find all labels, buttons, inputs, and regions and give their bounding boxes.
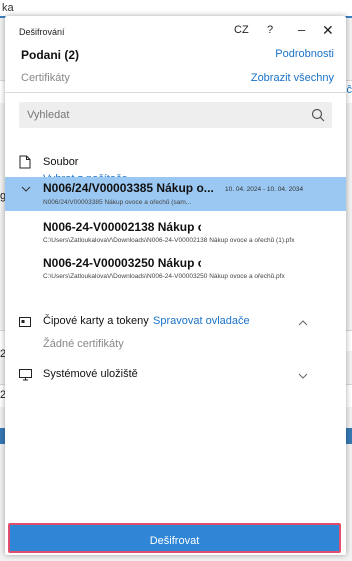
certificate-item[interactable]: N006-24-V00002138 Nákup ovoc C:\Users\Za…: [5, 216, 346, 250]
search-icon[interactable]: [310, 107, 326, 123]
no-certificates-text: Žádné certifikáty: [43, 338, 124, 350]
search-input[interactable]: [19, 102, 307, 128]
background-top-text: ka: [0, 0, 352, 16]
chevron-down-icon[interactable]: [298, 371, 308, 381]
title-bar: Dešifrování CZ ? – ✕: [5, 16, 346, 46]
certificate-validity: 10. 04. 2024 - 10. 04. 2034: [225, 186, 304, 193]
decrypt-dialog: Dešifrování CZ ? – ✕ Podani (2) Podrobno…: [5, 16, 346, 555]
minimize-button[interactable]: –: [298, 22, 305, 37]
dialog-title: Dešifrování: [19, 27, 65, 37]
chevron-down-icon[interactable]: [21, 184, 31, 194]
smartcard-icon: [19, 317, 31, 327]
certificate-path: C:\Users\ZatloukalovaV\Downloads\N006-24…: [43, 273, 285, 280]
monitor-icon: [19, 369, 32, 381]
submission-title: Podani (2): [21, 48, 80, 62]
details-link[interactable]: Podrobnosti: [275, 48, 334, 60]
smartcards-label: Čipové karty a tokeny: [43, 315, 149, 327]
certificate-item[interactable]: N006-24-V00003250 Nákup ovoc C:\Users\Za…: [5, 252, 346, 286]
dialog-footer: Dešifrovat: [5, 520, 346, 555]
certificate-item-selected[interactable]: N006/24/V00003385 Nákup o... 10. 04. 202…: [5, 177, 346, 211]
search-box: [19, 102, 332, 128]
divider: [5, 92, 346, 93]
file-section-label: Soubor: [43, 156, 79, 168]
certificate-name: N006/24/V00003385 Nákup o...: [43, 181, 214, 195]
language-button[interactable]: CZ: [234, 24, 249, 36]
certificates-label: Certifikáty: [21, 72, 70, 84]
background-link[interactable]: ĉ: [347, 84, 352, 96]
certificate-name: N006-24-V00002138 Nákup ovoc: [43, 220, 201, 234]
certificate-path: C:\Users\ZatloukalovaV\Downloads\N006-24…: [43, 237, 295, 244]
decrypt-button[interactable]: Dešifrovat: [8, 523, 341, 553]
manage-drivers-link[interactable]: Spravovat ovladače: [153, 315, 250, 327]
file-icon: [19, 155, 31, 169]
system-store-label: Systémové uložiště: [43, 368, 138, 380]
help-button[interactable]: ?: [267, 24, 273, 36]
close-button[interactable]: ✕: [322, 22, 334, 39]
show-all-link[interactable]: Zobrazit všechny: [251, 72, 334, 84]
certificate-path: N006/24/V00003385 Nákup ovoce a ořechů (…: [43, 199, 192, 206]
certificate-name: N006-24-V00003250 Nákup ovoc: [43, 256, 201, 270]
chevron-up-icon[interactable]: [298, 318, 308, 328]
